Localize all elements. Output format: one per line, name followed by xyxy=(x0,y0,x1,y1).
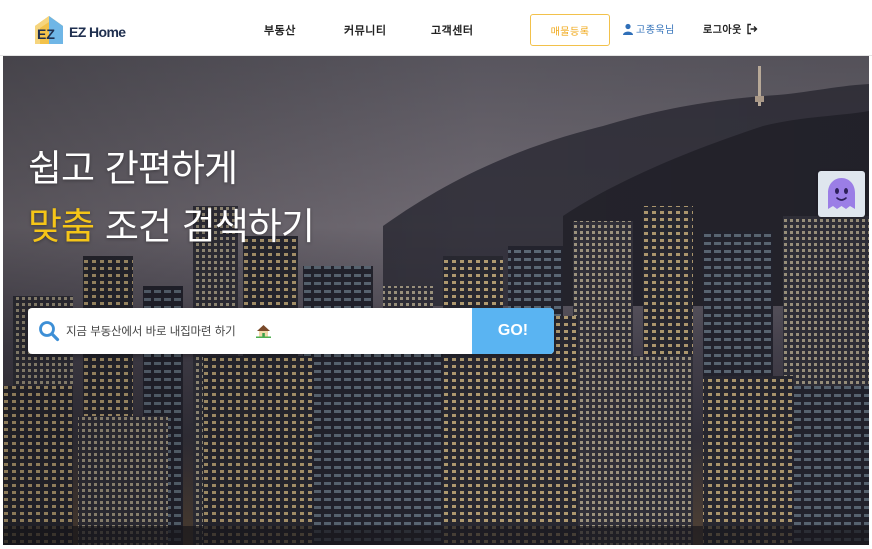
nav-customer-center[interactable]: 고객센터 xyxy=(431,22,473,38)
chatbot-button[interactable] xyxy=(818,171,865,217)
nav-real-estate[interactable]: 부동산 xyxy=(264,22,296,38)
headline-accent: 맞춤 xyxy=(28,205,95,248)
logo-text: EZ Home xyxy=(69,24,126,40)
headline-line-2-rest: 조건 검색하기 xyxy=(94,205,315,248)
hero-overlay xyxy=(3,56,869,545)
register-listing-button[interactable]: 매물등록 xyxy=(530,14,610,46)
logout-label: 로그아웃 xyxy=(703,25,742,36)
house-logo-icon: EZ xyxy=(35,16,63,44)
chatbot-ghost-icon xyxy=(828,178,855,209)
headline-line-2: 맞춤 조건 검색하기 xyxy=(28,198,315,256)
search-bar: GO! xyxy=(28,308,554,354)
house-emoji-icon xyxy=(256,325,271,338)
user-profile-link[interactable]: 고종욱님 xyxy=(622,21,675,36)
logout-link[interactable]: 로그아웃 xyxy=(703,21,758,36)
search-icon[interactable] xyxy=(38,320,60,342)
go-search-button[interactable]: GO! xyxy=(472,308,554,354)
ez-home-logo[interactable]: EZ EZ Home xyxy=(32,10,126,48)
user-icon xyxy=(623,23,633,35)
hero-headline: 쉽고 간편하게 맞춤 조건 검색하기 xyxy=(28,140,315,256)
logo-mark-text: EZ xyxy=(37,26,55,42)
top-header: EZ EZ Home 부동산 커뮤니티 고객센터 매물등록 고종욱님 로그아웃 xyxy=(0,0,872,56)
user-name-label: 고종욱님 xyxy=(636,25,675,36)
nav-community[interactable]: 커뮤니티 xyxy=(344,22,386,38)
hero-banner: 쉽고 간편하게 맞춤 조건 검색하기 GO! xyxy=(3,56,869,545)
headline-line-1: 쉽고 간편하게 xyxy=(28,147,238,190)
logout-icon xyxy=(747,23,758,34)
